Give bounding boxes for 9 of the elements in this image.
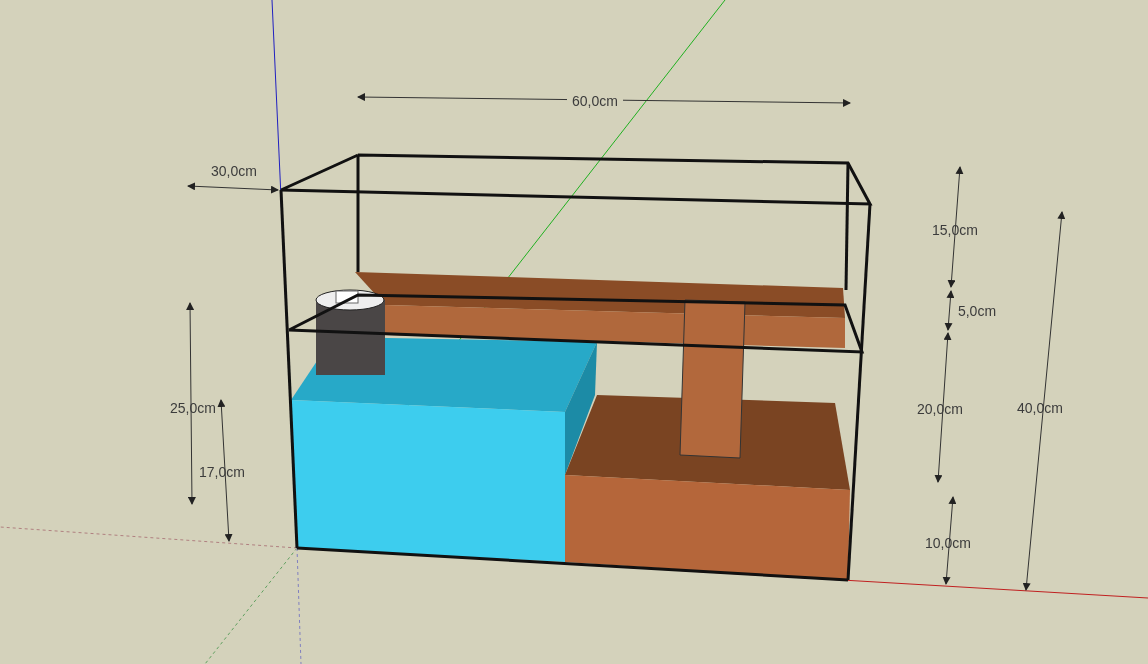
dimension-label: 15,0cm (932, 222, 978, 238)
dimension-label: 40,0cm (1017, 400, 1063, 416)
dimension-label: 10,0cm (925, 535, 971, 551)
dimension-label: 5,0cm (957, 303, 997, 319)
dimension-label: 20,0cm (917, 401, 963, 417)
dimension-label: 60,0cm (572, 93, 618, 109)
dimension-label: 30,0cm (211, 163, 257, 179)
dimension-label: 17,0cm (199, 464, 245, 480)
dimension-label: 25,0cm (170, 400, 216, 416)
